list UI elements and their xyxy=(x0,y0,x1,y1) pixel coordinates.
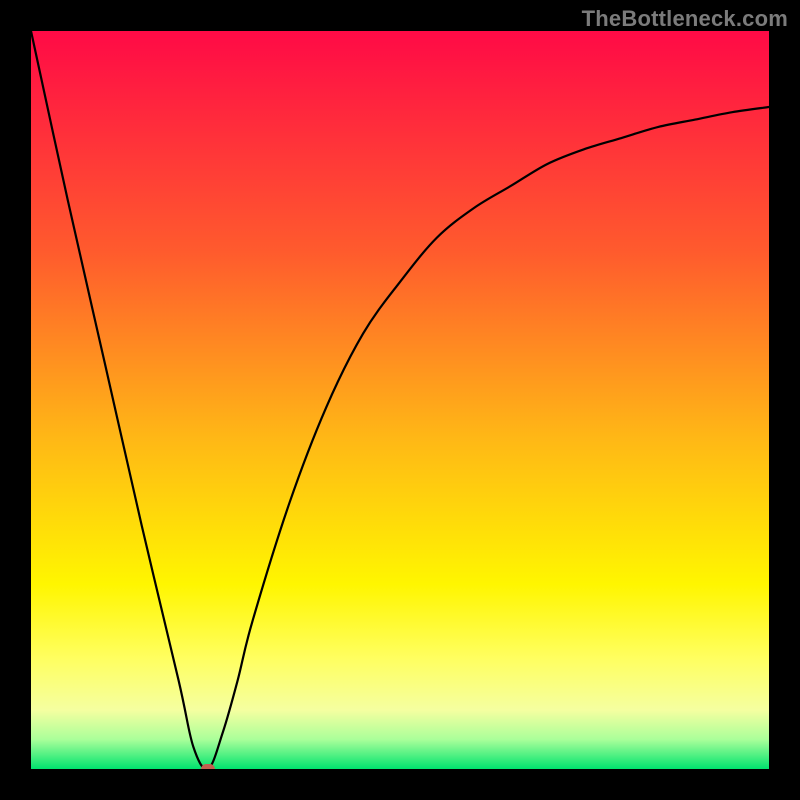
watermark-text: TheBottleneck.com xyxy=(582,6,788,32)
plot-area xyxy=(31,31,769,769)
bottleneck-curve xyxy=(31,31,769,769)
chart-frame: TheBottleneck.com xyxy=(0,0,800,800)
curve-layer xyxy=(31,31,769,769)
optimal-point-marker xyxy=(201,764,215,769)
